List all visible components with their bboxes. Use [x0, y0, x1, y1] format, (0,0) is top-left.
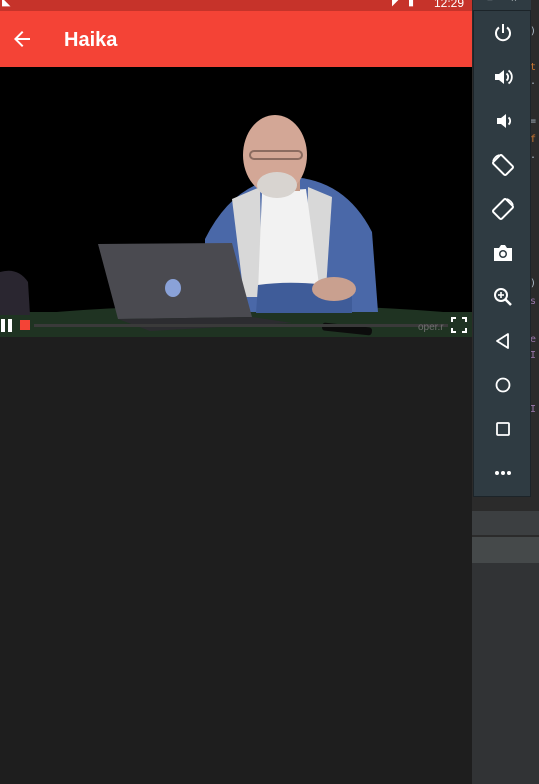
video-frame-image [0, 67, 472, 337]
phone-screen: ◣ ◤ ▮ 12:29 Haika oper.r [0, 0, 472, 784]
ide-code-char: ) [530, 278, 537, 289]
ide-code-char: e [530, 334, 537, 345]
app-bar: Haika [0, 11, 472, 67]
ide-panel-tab [472, 537, 539, 563]
pause-icon[interactable] [0, 319, 14, 332]
rotate-left-icon [492, 154, 514, 176]
wifi-icon: ◤ [392, 0, 401, 8]
page-title: Haika [64, 29, 118, 51]
back-arrow-icon[interactable] [10, 27, 34, 51]
home-button[interactable] [490, 372, 516, 398]
status-time: 12:29 [433, 0, 464, 10]
ide-code-char: ) [530, 26, 537, 37]
screenshot-button[interactable] [490, 240, 516, 266]
ide-code-char: f [530, 134, 537, 145]
ide-code-char: . [530, 76, 537, 87]
emulator-toolbar [473, 10, 531, 497]
square-overview-icon [496, 422, 510, 436]
video-player[interactable]: oper.r [0, 67, 472, 337]
seek-bar[interactable] [34, 324, 448, 327]
volume-down-button[interactable] [490, 108, 516, 134]
power-icon [495, 24, 511, 42]
overview-button[interactable] [490, 416, 516, 442]
circle-home-icon [495, 377, 511, 393]
battery-icon: ▮ [408, 0, 415, 8]
volume-up-icon [495, 69, 513, 85]
rotate-left-button[interactable] [490, 152, 516, 178]
volume-down-icon [497, 114, 512, 128]
ide-code-char: I [530, 404, 537, 415]
ide-code-char: t [530, 62, 537, 73]
triangle-back-icon [496, 333, 509, 349]
volume-up-button[interactable] [490, 64, 516, 90]
video-watermark: oper.r [418, 322, 444, 333]
emulator-title-bar: = × [473, 0, 531, 10]
ide-code-char: . [530, 150, 537, 161]
ide-code-char: I [530, 350, 537, 361]
status-bar: ◣ ◤ ▮ 12:29 [0, 0, 472, 11]
more-dots-icon [495, 471, 511, 475]
rotate-right-button[interactable] [490, 196, 516, 222]
zoom-in-icon [494, 288, 512, 306]
stop-button[interactable] [20, 320, 30, 330]
close-button[interactable]: × [511, 0, 517, 5]
rotate-right-icon [492, 198, 514, 220]
fullscreen-icon[interactable] [451, 317, 467, 333]
camera-icon [494, 245, 512, 261]
more-button[interactable] [490, 460, 516, 486]
minimize-button[interactable]: = [487, 0, 493, 5]
power-button[interactable] [490, 20, 516, 46]
ide-panel-header [472, 511, 539, 535]
signal-icon: ◣ [2, 0, 11, 8]
zoom-button[interactable] [490, 284, 516, 310]
ide-code-char: = [530, 116, 537, 127]
back-button[interactable] [490, 328, 516, 354]
ide-code-char: s [530, 296, 537, 307]
ide-panel-body [472, 563, 539, 784]
